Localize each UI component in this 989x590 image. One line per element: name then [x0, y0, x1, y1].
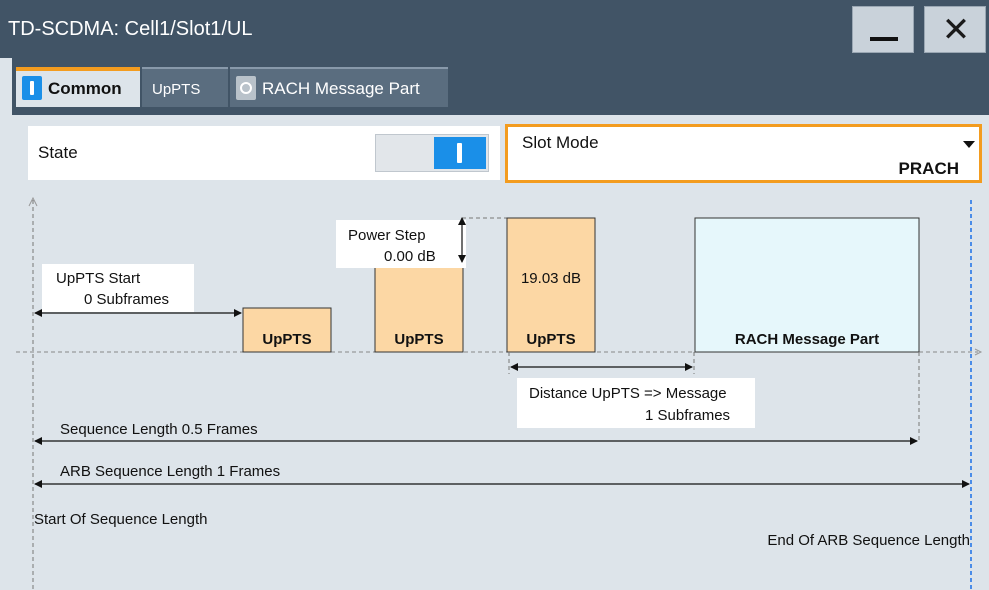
- title-bar: TD-SCDMA: Cell1/Slot1/UL ✕: [0, 0, 989, 58]
- window-title: TD-SCDMA: Cell1/Slot1/UL: [8, 18, 253, 40]
- minimize-icon: [870, 37, 898, 41]
- timing-diagram: UpPTS Start 0 Subframes UpPTS UpPTS Powe…: [16, 196, 983, 590]
- slot-mode-value: PRACH: [898, 159, 959, 178]
- state-row: State: [28, 126, 500, 180]
- arb-sequence-length-label: ARB Sequence Length 1 Frames: [60, 463, 280, 480]
- close-button[interactable]: ✕: [924, 6, 986, 53]
- uppts-block-3-label: UpPTS: [526, 331, 575, 348]
- state-label: State: [38, 143, 78, 162]
- tab-uppts[interactable]: UpPTS: [142, 67, 228, 107]
- dialog-window: TD-SCDMA: Cell1/Slot1/UL ✕ Common UpPTS …: [0, 0, 989, 590]
- state-toggle[interactable]: [375, 134, 489, 172]
- state-on-indicator-icon: [22, 75, 42, 100]
- tab-common-label: Common: [48, 79, 122, 98]
- tab-rach-label: RACH Message Part: [262, 79, 420, 98]
- tab-common[interactable]: Common: [16, 67, 140, 107]
- power-step-value: 0.00 dB: [384, 248, 436, 265]
- dropdown-arrow-icon: [963, 141, 975, 148]
- uppts-block-2-label: UpPTS: [394, 331, 443, 348]
- tab-rach-message-part[interactable]: RACH Message Part: [230, 67, 448, 107]
- power-level-label: 19.03 dB: [521, 270, 581, 287]
- sequence-length-label: Sequence Length 0.5 Frames: [60, 421, 258, 438]
- slot-mode-label: Slot Mode: [522, 133, 599, 152]
- uppts-start-value: 0 Subframes: [84, 291, 169, 308]
- end-of-arb-sequence-label: End Of ARB Sequence Length: [767, 532, 970, 549]
- distance-label: Distance UpPTS => Message: [529, 385, 727, 402]
- tab-uppts-label: UpPTS: [152, 81, 201, 98]
- tab-bar: Common UpPTS RACH Message Part: [12, 58, 989, 115]
- slot-mode-dropdown[interactable]: Slot Mode PRACH: [505, 124, 982, 183]
- distance-value: 1 Subframes: [645, 407, 730, 424]
- start-of-sequence-label: Start Of Sequence Length: [34, 511, 207, 528]
- rach-message-label: RACH Message Part: [735, 331, 879, 348]
- uppts-block-1-label: UpPTS: [262, 331, 311, 348]
- uppts-start-label: UpPTS Start: [56, 270, 141, 287]
- close-icon: ✕: [941, 10, 971, 50]
- minimize-button[interactable]: [852, 6, 914, 53]
- state-off-indicator-icon: [236, 75, 256, 100]
- toggle-on-icon: [434, 137, 486, 169]
- power-step-label: Power Step: [348, 227, 426, 244]
